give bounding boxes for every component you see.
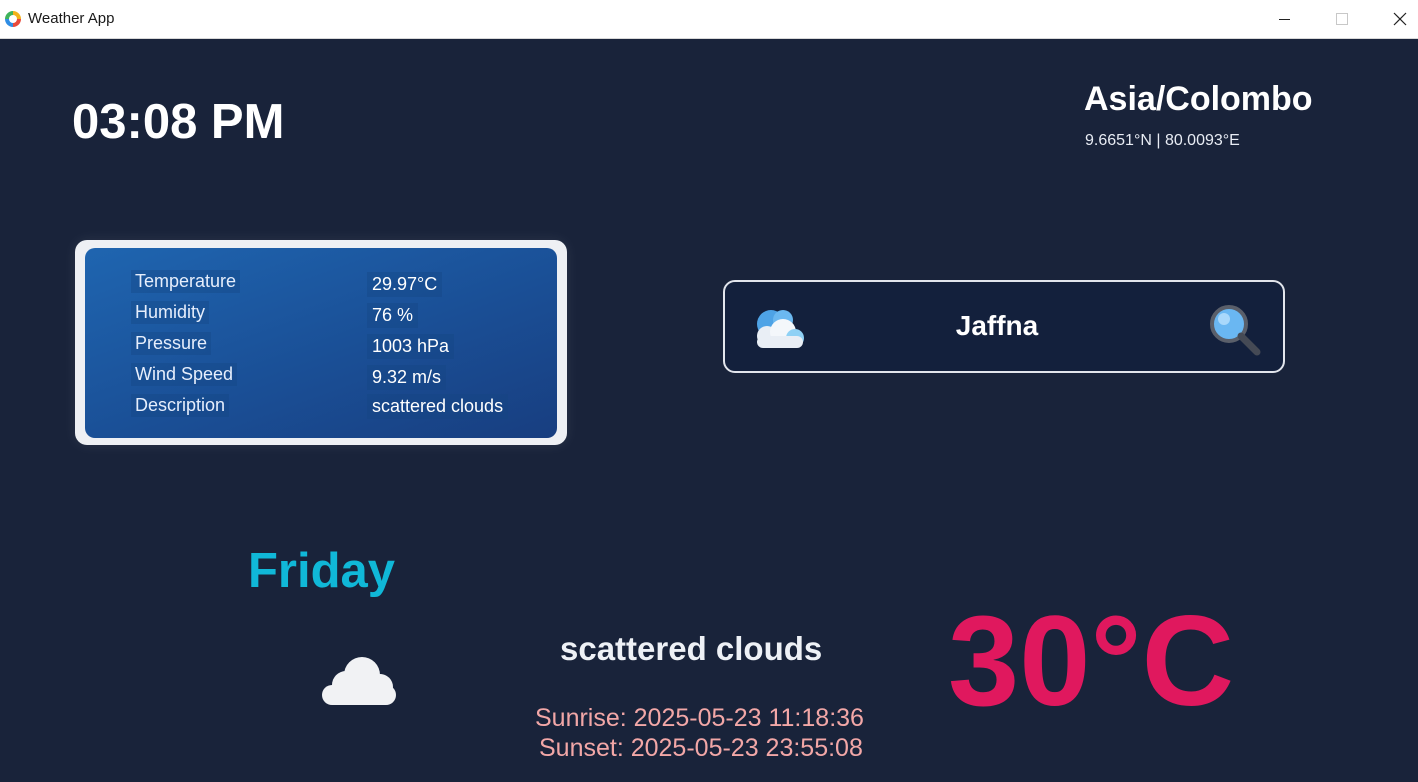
maximize-button[interactable] — [1313, 0, 1371, 38]
title-bar[interactable]: Weather App — [0, 0, 1418, 39]
pressure-label: Pressure — [131, 332, 212, 355]
timezone-label: Asia/Colombo — [1084, 80, 1313, 118]
sunset-time: Sunset: 2025-05-23 23:55:08 — [539, 734, 863, 762]
weather-app-window: Weather App 03:08 PM Asia/Colombo 9.6651… — [0, 0, 1418, 782]
wind-speed-value: 9.32 m/s — [367, 365, 447, 390]
cloud-icon — [322, 657, 396, 705]
minimize-button[interactable] — [1255, 0, 1313, 38]
cloud-icon — [757, 310, 804, 348]
sunrise-time: Sunrise: 2025-05-23 11:18:36 — [535, 704, 864, 732]
humidity-value: 76 % — [367, 303, 419, 328]
maximize-icon — [1336, 13, 1348, 25]
pressure-value: 1003 hPa — [367, 334, 455, 359]
description-label: Description — [131, 394, 230, 417]
weather-condition: scattered clouds — [560, 630, 823, 667]
temperature-label: Temperature — [131, 270, 241, 293]
temperature-value: 29.97°C — [367, 272, 443, 297]
app-logo-icon — [5, 11, 21, 27]
day-of-week: Friday — [248, 544, 396, 598]
current-temperature: 30°C — [948, 590, 1234, 733]
close-button[interactable] — [1371, 0, 1418, 38]
wind-speed-label: Wind Speed — [131, 363, 238, 386]
weather-details-card: Temperature 29.97°C Humidity 76 % Pressu… — [75, 240, 567, 445]
search-icon[interactable] — [1207, 302, 1263, 358]
city-search-input[interactable] — [845, 302, 1149, 350]
window-title: Weather App — [28, 10, 115, 27]
current-time: 03:08 PM — [72, 95, 285, 149]
coordinates-label: 9.6651°N | 80.0093°E — [1085, 132, 1240, 149]
humidity-label: Humidity — [131, 301, 210, 324]
close-icon — [1393, 12, 1407, 26]
description-value: scattered clouds — [367, 394, 509, 419]
weather-details-panel: Temperature 29.97°C Humidity 76 % Pressu… — [85, 248, 557, 438]
city-search-box — [723, 280, 1285, 373]
minimize-icon — [1278, 18, 1290, 20]
